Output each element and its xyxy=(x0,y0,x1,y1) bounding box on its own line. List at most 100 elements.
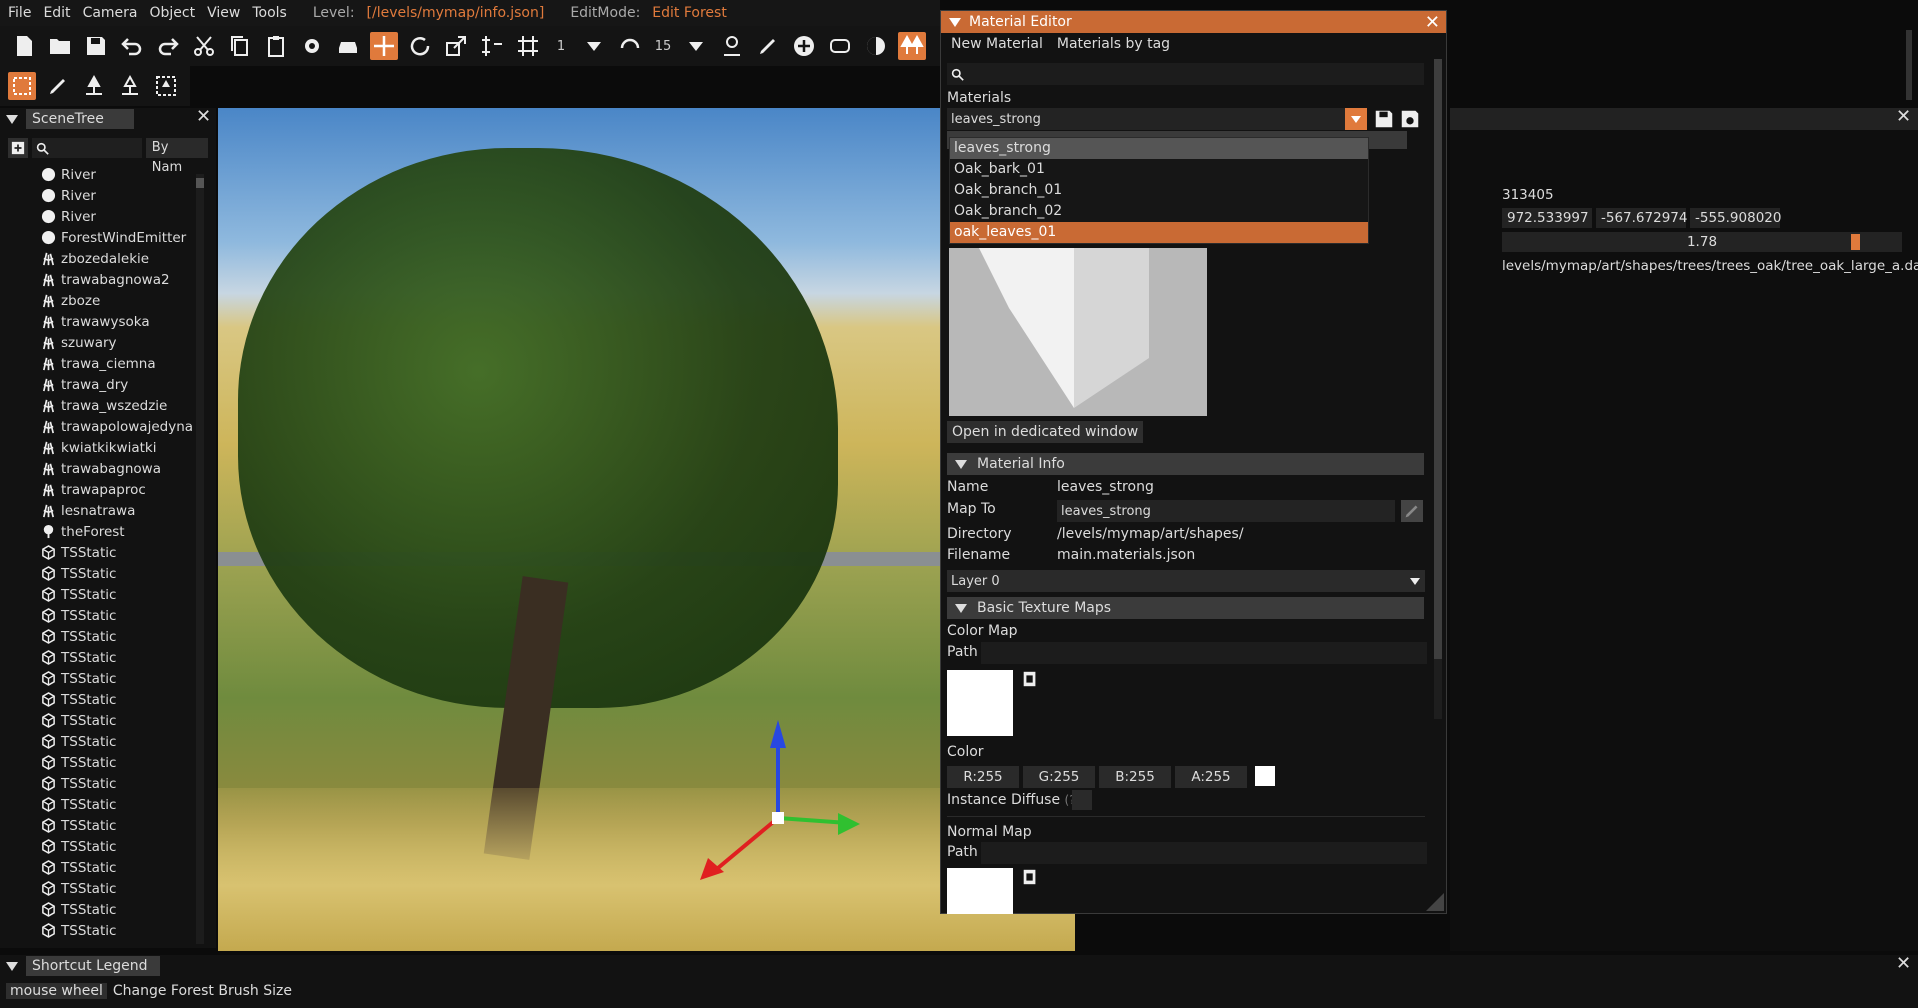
scene-tree-item[interactable]: TSStatic xyxy=(0,710,196,731)
collapse-triangle-icon[interactable] xyxy=(955,603,967,613)
scene-tree-item[interactable]: TSStatic xyxy=(0,647,196,668)
material-editor-scrollbar[interactable] xyxy=(1434,59,1442,719)
drop-to-ground-icon[interactable] xyxy=(718,32,746,60)
menu-camera[interactable]: Camera xyxy=(83,5,138,21)
material-option[interactable]: Oak_bark_01 xyxy=(950,159,1368,180)
scene-tree-item[interactable]: kwiatkikwiatki xyxy=(0,437,196,458)
scene-tree-item[interactable]: zboze xyxy=(0,290,196,311)
paint-trees-icon[interactable] xyxy=(80,72,108,100)
scene-tree-item[interactable]: trawapaproc xyxy=(0,479,196,500)
basic-texture-maps-section[interactable]: Basic Texture Maps xyxy=(947,597,1424,619)
close-icon[interactable]: ✕ xyxy=(1896,953,1911,974)
color-r-field[interactable]: R:255 xyxy=(947,766,1019,788)
scene-tree-item[interactable]: TSStatic xyxy=(0,794,196,815)
collapse-triangle-icon[interactable] xyxy=(6,114,18,124)
collapse-triangle-icon[interactable] xyxy=(6,961,18,971)
scene-tree-scrollbar[interactable] xyxy=(196,174,204,944)
cut-icon[interactable] xyxy=(190,32,218,60)
color-map-path-input[interactable] xyxy=(981,642,1427,664)
scene-tree-item[interactable]: trawawysoka xyxy=(0,311,196,332)
pencil-icon[interactable] xyxy=(754,32,782,60)
menu-tools[interactable]: Tools xyxy=(252,5,287,21)
material-option[interactable]: leaves_strong xyxy=(950,138,1368,159)
time-of-day-icon[interactable] xyxy=(862,32,890,60)
slider-handle[interactable] xyxy=(1851,234,1860,250)
scene-tree-item[interactable]: TSStatic xyxy=(0,773,196,794)
position-z-field[interactable]: -555.908020 xyxy=(1690,208,1781,228)
chevron-down-icon[interactable] xyxy=(580,32,608,60)
scene-tree-title[interactable]: SceneTree xyxy=(26,109,134,129)
add-object-icon[interactable] xyxy=(8,138,28,158)
close-icon[interactable]: ✕ xyxy=(1425,12,1440,33)
color-a-field[interactable]: A:255 xyxy=(1175,766,1247,788)
scene-tree-item[interactable]: TSStatic xyxy=(0,878,196,899)
filter-by-name-dropdown[interactable]: By Nam xyxy=(145,138,208,175)
chevron-down-icon[interactable] xyxy=(1345,108,1367,130)
scene-tree-item[interactable]: TSStatic xyxy=(0,563,196,584)
scale-slider[interactable]: 1.78 xyxy=(1502,232,1902,252)
menu-file[interactable]: File xyxy=(8,5,31,21)
material-search-input[interactable] xyxy=(947,63,1424,85)
material-editor-titlebar[interactable]: Material Editor ✕ xyxy=(941,11,1446,33)
select-tool-icon[interactable] xyxy=(8,72,36,100)
new-file-icon[interactable] xyxy=(10,32,38,60)
position-y-field[interactable]: -567.672974 xyxy=(1596,208,1687,228)
position-x-field[interactable]: 972.533997 xyxy=(1502,208,1592,228)
menu-object[interactable]: Object xyxy=(150,5,196,21)
scene-tree-item[interactable]: lesnatrawa xyxy=(0,500,196,521)
scene-tree-item[interactable]: River xyxy=(0,185,196,206)
rotate-tool-icon[interactable] xyxy=(406,32,434,60)
menu-view[interactable]: View xyxy=(207,5,240,21)
color-map-thumbnail[interactable] xyxy=(947,670,1013,736)
save-icon[interactable] xyxy=(82,32,110,60)
collapse-triangle-icon[interactable] xyxy=(949,17,961,27)
scene-tree-item[interactable]: trawabagnowa2 xyxy=(0,269,196,290)
scene-tree-item[interactable]: TSStatic xyxy=(0,626,196,647)
color-b-field[interactable]: B:255 xyxy=(1099,766,1171,788)
scene-tree-item[interactable]: River xyxy=(0,164,196,185)
rotate-snap-value[interactable]: 15 xyxy=(652,39,674,54)
scene-tree-search-input[interactable] xyxy=(31,138,142,158)
scene-tree-item[interactable]: TSStatic xyxy=(0,542,196,563)
road-icon[interactable] xyxy=(826,32,854,60)
grid-snap-icon[interactable] xyxy=(514,32,542,60)
transform-gizmo[interactable] xyxy=(688,708,868,888)
select-trees-icon[interactable] xyxy=(152,72,180,100)
scene-tree-item[interactable]: TSStatic xyxy=(0,752,196,773)
chevron-down-icon[interactable] xyxy=(682,32,710,60)
save-all-icon[interactable] xyxy=(1399,108,1421,130)
top-right-scrollbar[interactable] xyxy=(1906,30,1912,100)
mapto-input[interactable]: leaves_strong xyxy=(1057,500,1395,522)
normal-map-thumbnail[interactable] xyxy=(947,868,1013,914)
grid-snap-value[interactable]: 1 xyxy=(550,39,572,54)
resize-grip[interactable] xyxy=(1426,893,1444,911)
scene-tree-item[interactable]: TSStatic xyxy=(0,815,196,836)
scene-tree-item[interactable]: TSStatic xyxy=(0,920,196,941)
material-option[interactable]: oak_leaves_01 xyxy=(950,222,1368,243)
undo-icon[interactable] xyxy=(118,32,146,60)
material-option[interactable]: Oak_branch_02 xyxy=(950,201,1368,222)
close-icon[interactable]: ✕ xyxy=(196,106,211,127)
material-info-section[interactable]: Material Info xyxy=(947,453,1424,475)
instance-diffuse-checkbox[interactable] xyxy=(1072,790,1092,810)
paste-icon[interactable] xyxy=(262,32,290,60)
gear-icon[interactable] xyxy=(298,32,326,60)
scene-tree-item[interactable]: theForest xyxy=(0,521,196,542)
file-browse-icon[interactable] xyxy=(1021,868,1041,888)
scene-tree-item[interactable]: TSStatic xyxy=(0,668,196,689)
chevron-down-icon[interactable] xyxy=(1409,575,1421,587)
move-tool-icon[interactable] xyxy=(370,32,398,60)
redo-icon[interactable] xyxy=(154,32,182,60)
file-browse-icon[interactable] xyxy=(1021,670,1041,690)
paint-brush-icon[interactable] xyxy=(44,72,72,100)
align-icon[interactable] xyxy=(478,32,506,60)
scene-tree-item[interactable]: zbozedalekie xyxy=(0,248,196,269)
material-option[interactable]: Oak_branch_01 xyxy=(950,180,1368,201)
collapse-triangle-icon[interactable] xyxy=(955,459,967,469)
scene-tree-item[interactable]: trawa_ciemna xyxy=(0,353,196,374)
scene-tree-item[interactable]: TSStatic xyxy=(0,605,196,626)
scene-tree-item[interactable]: TSStatic xyxy=(0,689,196,710)
scene-tree-item[interactable]: trawa_wszedzie xyxy=(0,395,196,416)
new-material-menu[interactable]: New Material xyxy=(951,36,1043,52)
layer-select[interactable]: Layer 0 xyxy=(947,570,1425,592)
